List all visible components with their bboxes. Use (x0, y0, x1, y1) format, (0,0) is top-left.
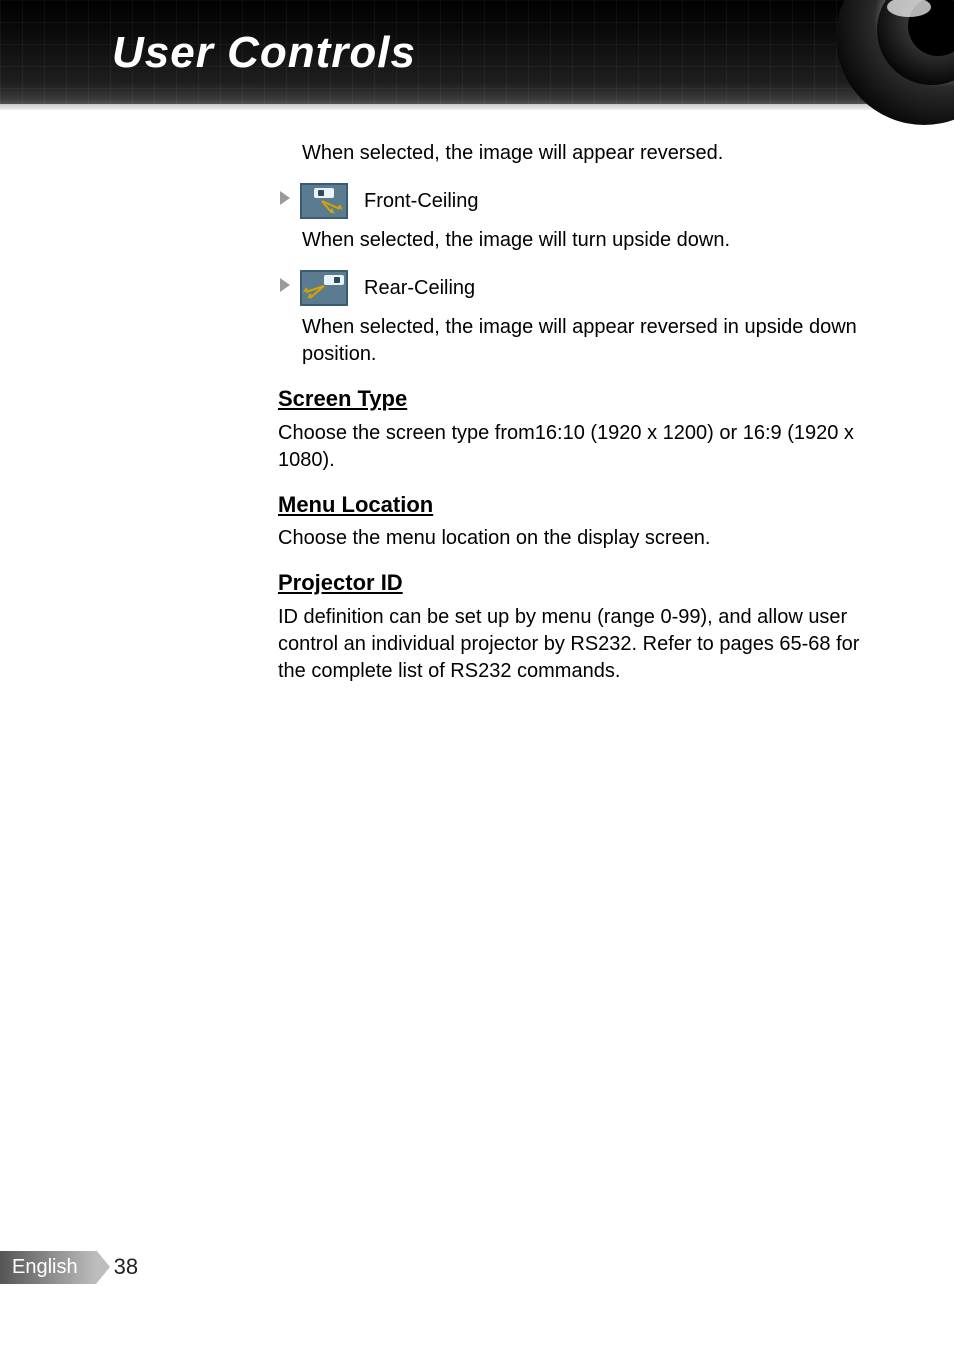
rear-ceiling-desc: When selected, the image will appear rev… (278, 314, 886, 368)
front-ceiling-row: Front-Ceiling (278, 183, 886, 219)
page-number: 38 (114, 1254, 138, 1280)
chevron-right-icon (280, 277, 290, 299)
footer-notch (96, 1250, 110, 1284)
page-root: User Controls When selecte (0, 0, 954, 1354)
content-column: When selected, the image will appear rev… (278, 140, 886, 701)
rear-ceiling-row: Rear-Ceiling (278, 270, 886, 306)
page-footer: English 38 (0, 1250, 138, 1284)
projector-id-heading: Projector ID (278, 568, 886, 598)
rear-ceiling-projection-icon (300, 270, 348, 306)
footer-language-label: English (0, 1251, 96, 1284)
rear-ceiling-label: Rear-Ceiling (364, 275, 475, 302)
front-ceiling-desc: When selected, the image will turn upsid… (278, 227, 886, 254)
menu-location-desc: Choose the menu location on the display … (278, 525, 886, 552)
front-ceiling-label: Front-Ceiling (364, 188, 478, 215)
page-title: User Controls (112, 28, 416, 78)
camera-lens-art-icon (814, 0, 954, 142)
menu-location-heading: Menu Location (278, 490, 886, 520)
header-underline (0, 104, 954, 110)
chevron-right-icon (280, 190, 290, 212)
screen-type-desc: Choose the screen type from16:10 (1920 x… (278, 420, 886, 474)
screen-type-heading: Screen Type (278, 384, 886, 414)
projector-id-desc: ID definition can be set up by menu (ran… (278, 604, 886, 685)
page-header-banner: User Controls (0, 0, 954, 110)
reversed-intro-text: When selected, the image will appear rev… (278, 140, 886, 167)
front-ceiling-projection-icon (300, 183, 348, 219)
